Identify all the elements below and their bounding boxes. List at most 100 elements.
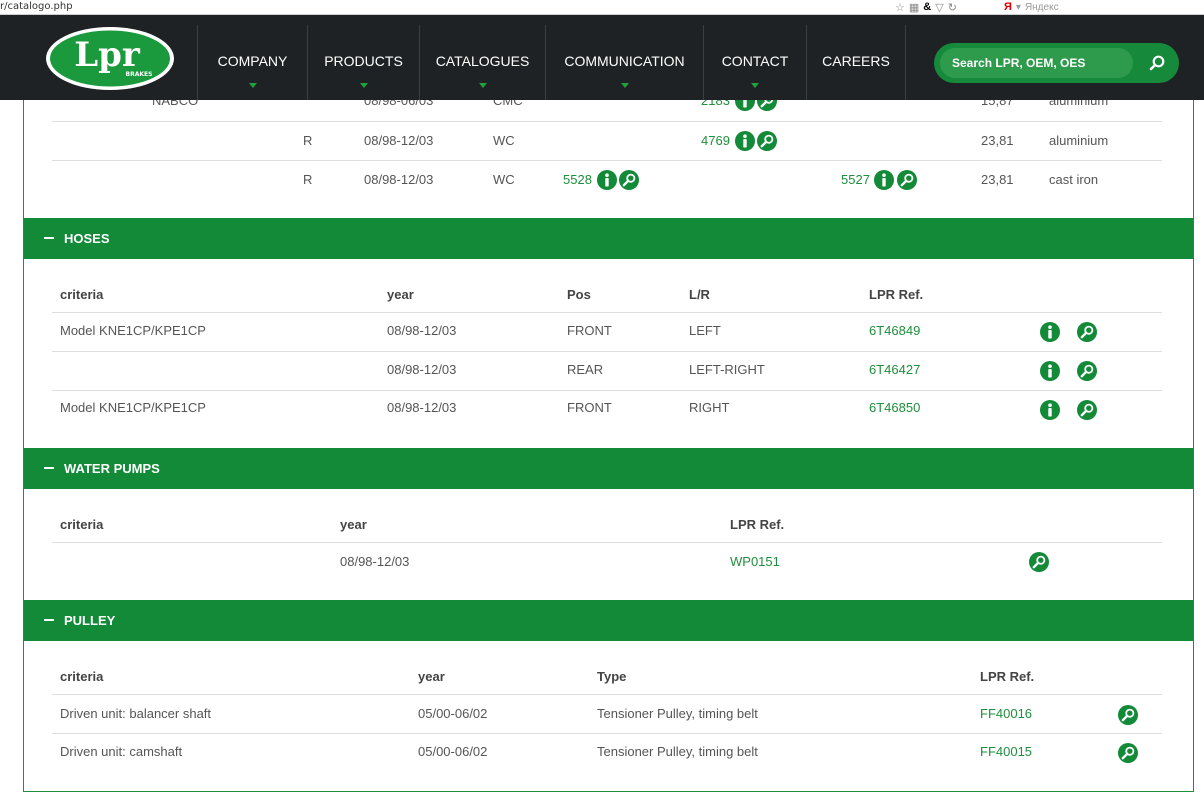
info-icon[interactable] — [735, 100, 755, 111]
cell-side: R — [303, 172, 313, 187]
yandex-label: Яндекс — [1024, 1, 1059, 13]
zoom-icon[interactable] — [1077, 322, 1097, 342]
cell-year: 08/98-12/03 — [387, 362, 457, 377]
info-icon[interactable] — [597, 170, 617, 190]
section-title: HOSES — [64, 231, 110, 246]
table-row: R 08/98-12/03 WC 5528 5527 23,81 cast ir… — [52, 161, 1162, 200]
cell-type: WC — [493, 172, 515, 187]
dropdown-arrow-icon[interactable]: ▽ — [935, 1, 943, 14]
search-input[interactable] — [940, 48, 1133, 78]
cell-material: cast iron — [1049, 172, 1099, 187]
reload-icon[interactable]: ↻ — [948, 1, 957, 14]
cell-material: aluminium — [1049, 133, 1109, 148]
section-header-hoses[interactable]: HOSES — [24, 218, 1193, 259]
lpr-logo[interactable]: Lpr BRAKES — [45, 26, 175, 91]
zoom-icon[interactable] — [619, 170, 639, 190]
cell-pos: FRONT — [567, 323, 612, 338]
cell-type: CMC — [493, 100, 523, 108]
collapse-icon[interactable] — [44, 619, 54, 621]
cell-ref[interactable]: 6T46850 — [869, 400, 920, 415]
cell-ref[interactable]: 6T46427 — [869, 362, 920, 377]
table-row: R 08/98-12/03 WC 4769 23,81 aluminium — [52, 122, 1162, 161]
cell-year: 05/00-06/02 — [418, 706, 488, 721]
cell-ref[interactable]: WP0151 — [730, 554, 780, 569]
section-header-pulley[interactable]: PULLEY — [24, 600, 1193, 641]
cell-ref[interactable]: FF40016 — [980, 706, 1032, 721]
bookmark-star-icon[interactable]: ☆ — [895, 1, 905, 14]
cell-ref[interactable]: 2183 — [701, 100, 730, 108]
menu-products[interactable]: PRODUCTS — [307, 25, 419, 100]
menu-company-label: COMPANY — [217, 52, 288, 69]
logo-subtext: BRAKES — [126, 71, 153, 78]
section-header-water-pumps[interactable]: WATER PUMPS — [24, 448, 1193, 489]
col-type: Type — [597, 669, 627, 684]
zoom-icon[interactable] — [1077, 361, 1097, 381]
zoom-icon[interactable] — [1029, 552, 1049, 572]
zoom-icon[interactable] — [1077, 400, 1097, 420]
rss-icon[interactable]: ▦ — [909, 1, 919, 14]
zoom-icon[interactable] — [757, 100, 777, 111]
info-icon[interactable] — [1040, 361, 1060, 381]
info-icon[interactable] — [1040, 400, 1060, 420]
menu-careers[interactable]: CAREERS — [806, 25, 906, 100]
table-header-row: criteria year LPR Ref. — [52, 505, 1162, 543]
cell-pos: FRONT — [567, 400, 612, 415]
menu-communication-label: COMMUNICATION — [564, 52, 685, 69]
menu-careers-label: CAREERS — [822, 52, 890, 69]
section-title: WATER PUMPS — [64, 461, 160, 476]
table-row: Driven unit: camshaft 05/00-06/02 Tensio… — [52, 734, 1162, 773]
info-icon[interactable] — [735, 131, 755, 151]
section-title: PULLEY — [64, 613, 116, 628]
info-icon[interactable] — [1040, 322, 1060, 342]
cell-ref[interactable]: 6T46849 — [869, 323, 920, 338]
cell-type: WC — [493, 133, 515, 148]
zoom-icon[interactable] — [1118, 705, 1138, 725]
collapse-icon[interactable] — [44, 237, 54, 239]
col-pos: Pos — [567, 287, 591, 302]
table-header-row: criteria year Pos L/R LPR Ref. — [52, 275, 1162, 313]
col-year: year — [340, 517, 367, 532]
menu-arrow-icon — [751, 83, 759, 88]
info-icon[interactable] — [874, 170, 894, 190]
table-row: 08/98-12/03 REAR LEFT-RIGHT 6T46427 — [52, 352, 1162, 391]
cell-value: 23,81 — [981, 133, 1014, 148]
menu-catalogues[interactable]: CATALOGUES — [419, 25, 545, 100]
cell-year: 08/98-12/03 — [387, 323, 457, 338]
cell-ref[interactable]: 5527 — [841, 172, 870, 187]
cell-year: 08/98-06/03 — [364, 100, 434, 108]
collapse-icon[interactable] — [44, 467, 54, 469]
cell-lr: RIGHT — [689, 400, 730, 415]
table-row: NABCO 08/98-06/03 CMC 2183 15,87 alumini… — [52, 100, 1162, 122]
yandex-dropdown-icon[interactable]: ▾ — [1016, 2, 1021, 13]
menu-arrow-icon — [620, 83, 629, 88]
table-row: Model KNE1CP/KPE1CP 08/98-12/03 FRONT LE… — [52, 313, 1162, 352]
table-row: Driven unit: balancer shaft 05/00-06/02 … — [52, 695, 1162, 734]
cell-year: 08/98-12/03 — [364, 172, 434, 187]
col-criteria: criteria — [60, 517, 104, 532]
zoom-icon[interactable] — [897, 170, 917, 190]
table-header-row: criteria year Type LPR Ref. — [52, 657, 1162, 695]
cell-ref[interactable]: 5528 — [563, 172, 592, 187]
ampersand-icon[interactable]: & — [923, 1, 931, 13]
cell-ref[interactable]: FF40015 — [980, 744, 1032, 759]
zoom-icon[interactable] — [1118, 743, 1138, 763]
address-tools: ☆ ▦ & ▽ ↻ — [895, 0, 957, 14]
menu-contact[interactable]: CONTACT — [703, 25, 806, 100]
search-icon[interactable] — [1148, 54, 1166, 72]
address-url[interactable]: r/catalogo.php — [0, 0, 73, 13]
cell-value: 15,87 — [981, 100, 1014, 108]
col-year: year — [418, 669, 445, 684]
yandex-logo-icon: Я — [1004, 1, 1012, 13]
menu-communication[interactable]: COMMUNICATION — [545, 25, 703, 100]
zoom-icon[interactable] — [757, 131, 777, 151]
cell-ref[interactable]: 4769 — [701, 133, 730, 148]
col-criteria: criteria — [60, 287, 104, 302]
cell-criteria: Driven unit: balancer shaft — [60, 706, 212, 721]
col-lr: L/R — [689, 287, 710, 302]
menu-company[interactable]: COMPANY — [197, 25, 307, 100]
col-ref: LPR Ref. — [980, 669, 1035, 684]
yandex-search-box[interactable]: Я ▾ Яндекс — [1004, 0, 1059, 14]
cell-material: aluminium — [1049, 100, 1109, 108]
menu-catalogues-label: CATALOGUES — [435, 52, 530, 69]
col-ref: LPR Ref. — [869, 287, 924, 302]
